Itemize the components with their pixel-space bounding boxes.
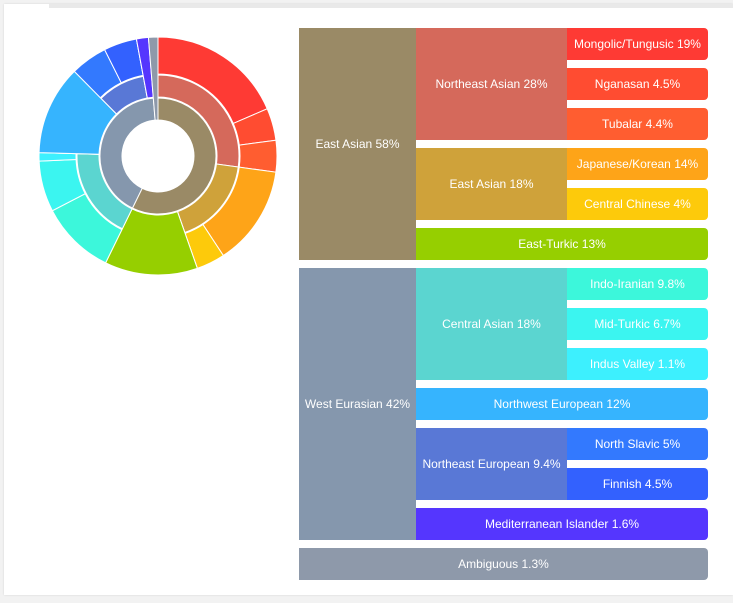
block-east-turkic[interactable]: East-Turkic 13% <box>416 228 708 260</box>
block-indo-iranian[interactable]: Indo-Iranian 9.8% <box>567 268 708 300</box>
block-east-asian[interactable]: East Asian 58% <box>299 28 416 260</box>
block-label: Northwest European 12% <box>493 397 631 411</box>
block-northeast-asian[interactable]: Northeast Asian 28% <box>416 28 567 140</box>
block-label: Mid-Turkic 6.7% <box>594 317 681 331</box>
block-label: Mongolic/Tungusic 19% <box>574 37 701 51</box>
chart-card: East Asian 58% Northeast Asian 28% Mongoli… <box>4 4 733 595</box>
block-nganasan[interactable]: Nganasan 4.5% <box>567 68 708 100</box>
block-label: East Asian 58% <box>315 137 400 151</box>
block-mediterranean-islander[interactable]: Mediterranean Islander 1.6% <box>416 508 708 540</box>
block-central-asian[interactable]: Central Asian 18% <box>416 268 567 380</box>
block-label: East Asian 18% <box>449 177 534 191</box>
block-mongolic-tungusic[interactable]: Mongolic/Tungusic 19% <box>567 28 708 60</box>
block-label: Finnish 4.5% <box>602 477 673 491</box>
block-japanese-korean[interactable]: Japanese/Korean 14% <box>567 148 708 180</box>
block-northwest-european[interactable]: Northwest European 12% <box>416 388 708 420</box>
block-ambiguous[interactable]: Ambiguous 1.3% <box>299 548 708 580</box>
block-label: Mediterranean Islander 1.6% <box>484 517 640 531</box>
block-label: Central Asian 18% <box>442 317 541 331</box>
block-central-chinese[interactable]: Central Chinese 4% <box>567 188 708 220</box>
block-label: Tubalar 4.4% <box>602 117 673 131</box>
block-label: West Eurasian 42% <box>304 397 411 411</box>
block-label: Nganasan 4.5% <box>594 77 681 91</box>
block-mid-turkic[interactable]: Mid-Turkic 6.7% <box>567 308 708 340</box>
block-label: Northeast Asian 28% <box>435 77 548 91</box>
block-label: East-Turkic 13% <box>518 237 606 251</box>
block-east-asian[interactable]: East Asian 18% <box>416 148 567 220</box>
block-indus-valley[interactable]: Indus Valley 1.1% <box>567 348 708 380</box>
block-finnish[interactable]: Finnish 4.5% <box>567 468 708 500</box>
icicle-chart: East Asian 58% Northeast Asian 28% Mongoli… <box>4 4 733 603</box>
block-west-eurasian[interactable]: West Eurasian 42% <box>299 268 416 540</box>
block-label: Northeast European 9.4% <box>422 457 561 471</box>
block-label: North Slavic 5% <box>594 437 681 451</box>
block-label: Indo-Iranian 9.8% <box>590 277 685 291</box>
block-north-slavic[interactable]: North Slavic 5% <box>567 428 708 460</box>
block-northeast-european[interactable]: Northeast European 9.4% <box>416 428 567 500</box>
block-label: Japanese/Korean 14% <box>576 157 699 171</box>
block-tubalar[interactable]: Tubalar 4.4% <box>567 108 708 140</box>
block-label: Ambiguous 1.3% <box>458 557 549 571</box>
block-label: Central Chinese 4% <box>584 197 691 211</box>
block-label: Indus Valley 1.1% <box>589 357 686 371</box>
